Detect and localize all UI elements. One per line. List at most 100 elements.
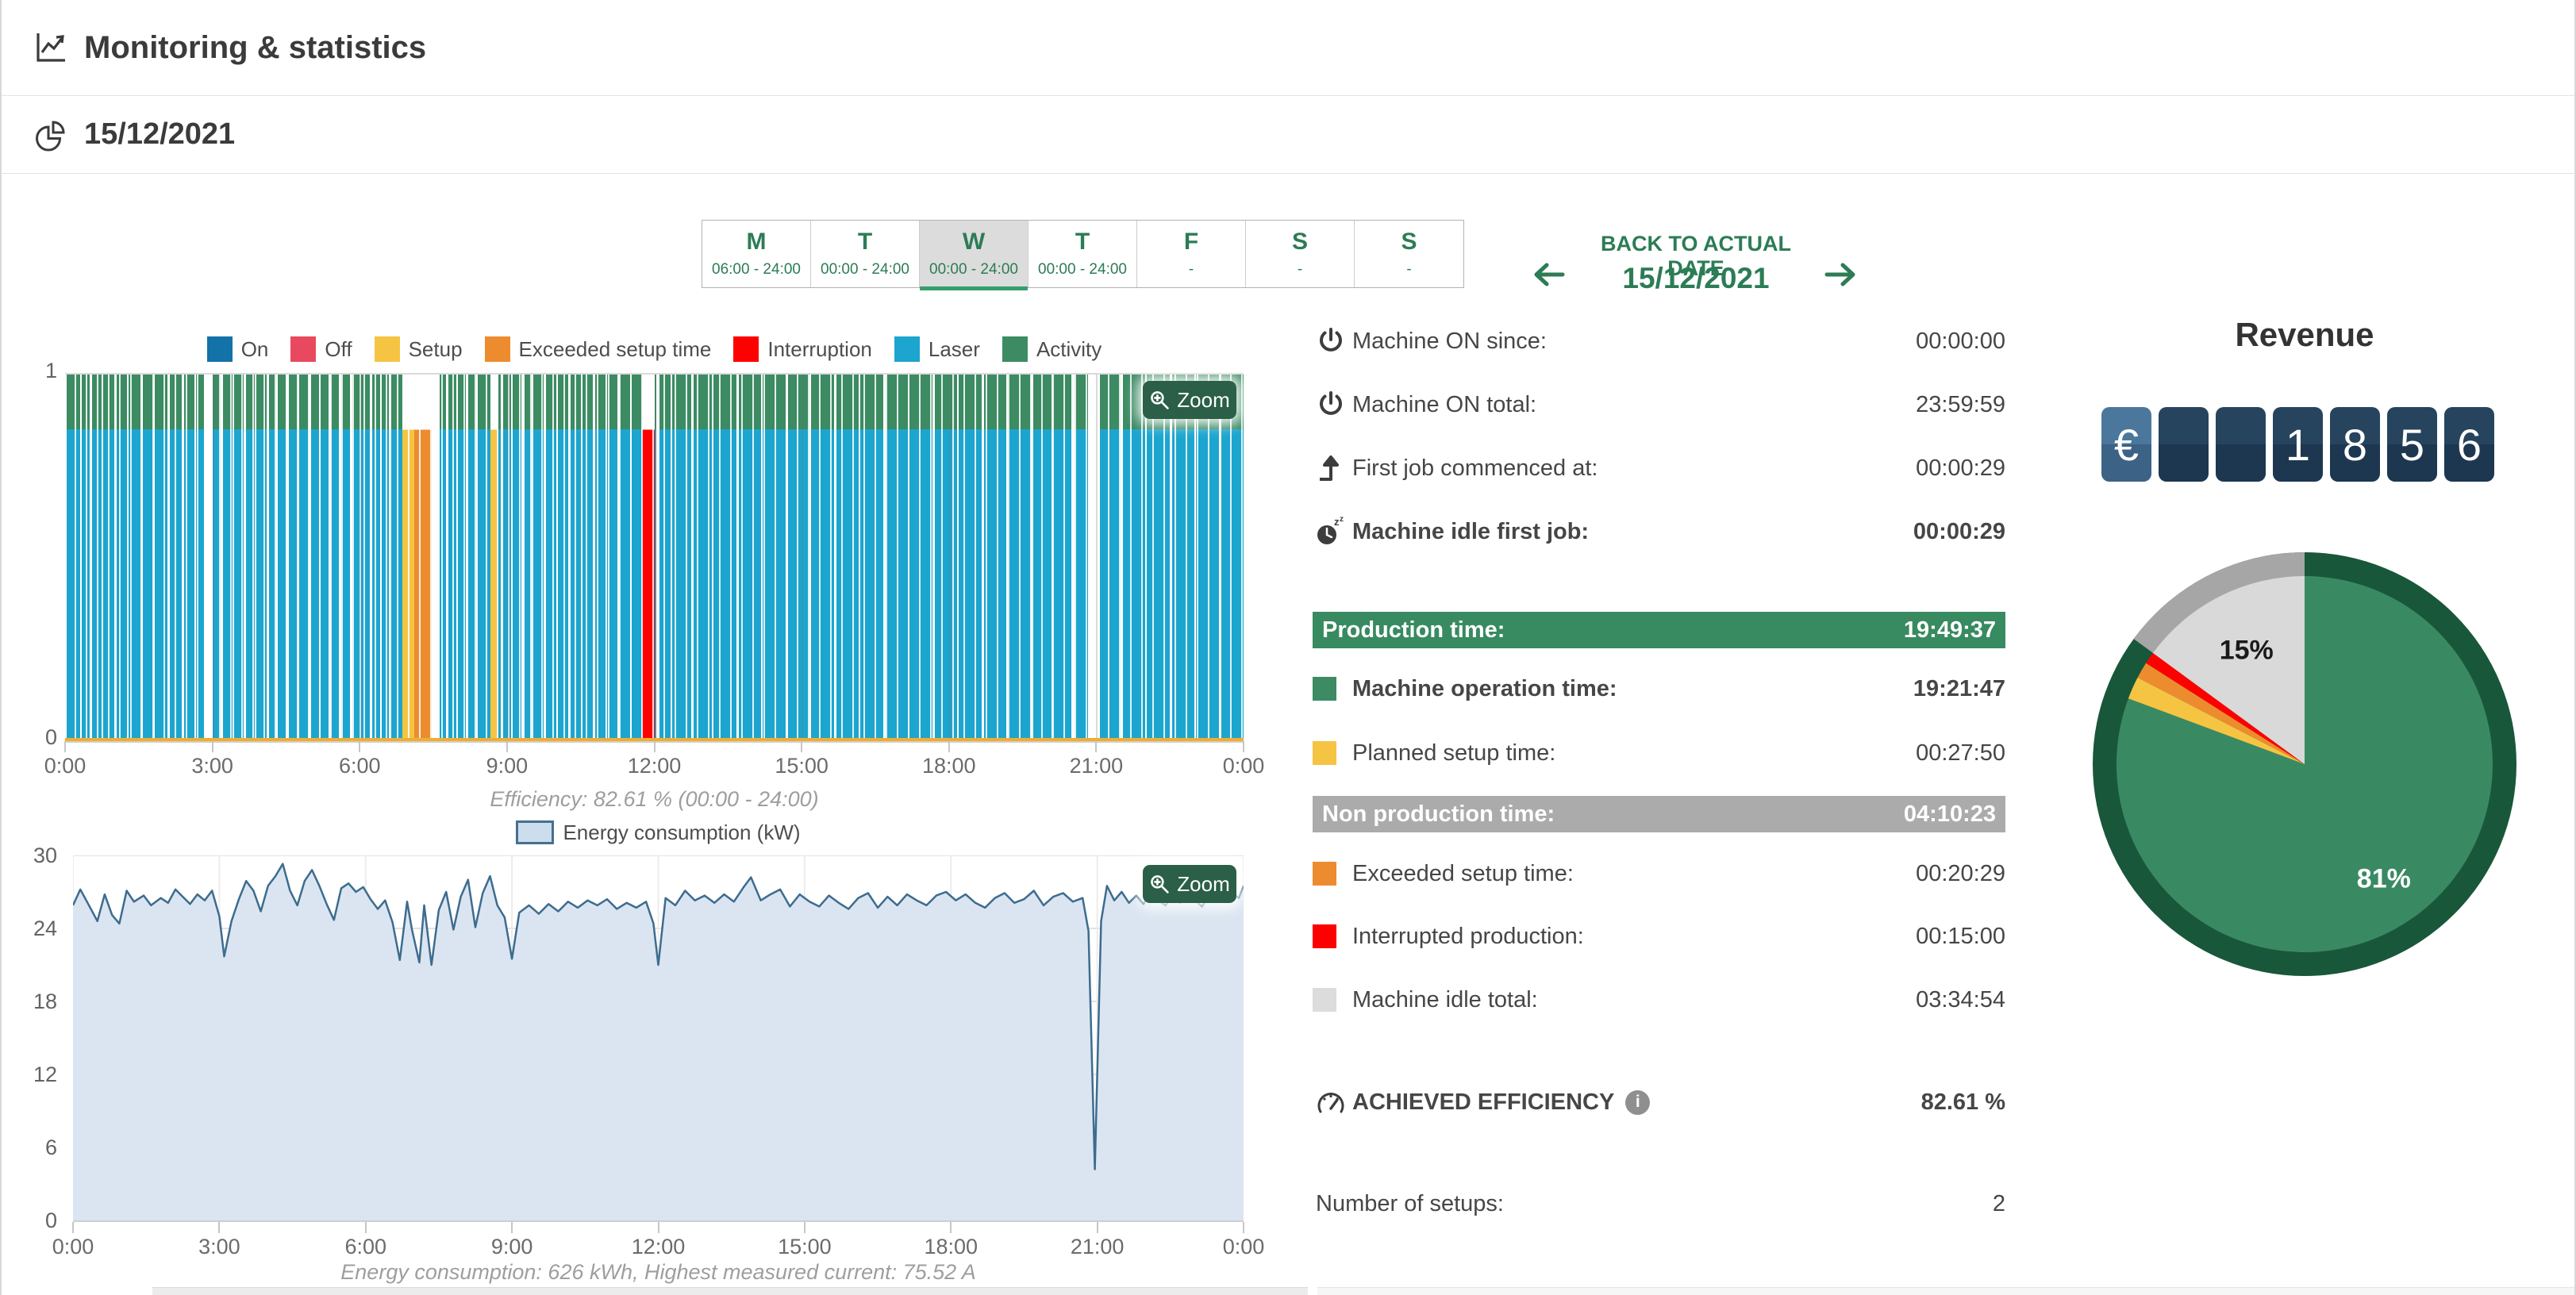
week-day-5[interactable]: S- xyxy=(1246,221,1355,287)
week-day-hours: 00:00 - 24:00 xyxy=(920,261,1028,279)
svg-text:z: z xyxy=(1340,516,1344,524)
energy-chart-legend: Energy consumption (kW) xyxy=(73,819,1244,846)
info-icon[interactable]: i xyxy=(1625,1090,1650,1115)
svg-text:z: z xyxy=(1334,516,1340,528)
nav-current-date: 15/12/2021 xyxy=(1577,262,1815,295)
legend-label: Interruption xyxy=(767,337,872,362)
week-day-letter: S xyxy=(1246,230,1354,254)
first-job-arrow-icon xyxy=(1313,452,1349,484)
legend-swatch xyxy=(485,336,510,362)
week-day-selector: M06:00 - 24:00T00:00 - 24:00W00:00 - 24:… xyxy=(702,220,1464,288)
setup-swatch xyxy=(1313,741,1336,765)
svg-text:15%: 15% xyxy=(2220,635,2274,665)
energy-y-tick-label: 6 xyxy=(16,1136,57,1160)
legend-item-activity: Activity xyxy=(1002,336,1102,362)
x-tick-label: 12:00 xyxy=(615,754,694,778)
x-tick-label: 6:00 xyxy=(320,754,399,778)
x-tick-label: 3:00 xyxy=(173,754,252,778)
stat-planned-setup-time: Planned setup time: 00:27:50 xyxy=(1313,735,2005,771)
x-tick-label: 21:00 xyxy=(1056,754,1136,778)
status-chart-zoom-button[interactable]: Zoom xyxy=(1143,381,1236,419)
energy-y-tick-label: 30 xyxy=(16,843,57,868)
week-day-hours: 06:00 - 24:00 xyxy=(702,261,810,279)
x-tick xyxy=(506,741,508,752)
stat-exceeded-setup-time: Exceeded setup time: 00:20:29 xyxy=(1313,855,2005,892)
vertical-gridline xyxy=(802,375,803,741)
status-y-min: 0 xyxy=(16,725,57,750)
vertical-gridline xyxy=(359,375,361,741)
bottom-panel-edge-right xyxy=(1317,1287,2576,1295)
legend-swatch xyxy=(894,336,920,362)
week-day-4[interactable]: F- xyxy=(1137,221,1246,287)
exceeded-setup-swatch xyxy=(1313,862,1336,886)
magnifier-plus-icon xyxy=(1149,390,1170,410)
week-day-hours: 00:00 - 24:00 xyxy=(811,261,919,279)
bottom-panel-edge-left xyxy=(152,1287,1308,1295)
date-header: 15/12/2021 xyxy=(2,96,2574,174)
energy-y-tick-label: 12 xyxy=(16,1063,57,1087)
efficiency-caption: Efficiency: 82.61 % (00:00 - 24:00) xyxy=(65,787,1244,812)
x-tick-label: 0:00 xyxy=(1204,1235,1283,1259)
x-tick-label: 0:00 xyxy=(33,1235,113,1259)
previous-day-arrow[interactable] xyxy=(1528,254,1569,295)
energy-consumption-chart[interactable] xyxy=(73,855,1244,1222)
status-chart-legend: OnOffSetupExceeded setup timeInterruptio… xyxy=(65,335,1244,363)
legend-label: Activity xyxy=(1036,337,1102,362)
digit-tile: 1 xyxy=(2273,407,2323,482)
x-tick xyxy=(1243,741,1244,752)
gauge-icon xyxy=(1313,1086,1349,1118)
magnifier-plus-icon xyxy=(1149,874,1170,894)
legend-swatch xyxy=(207,336,233,362)
x-tick-label: 21:00 xyxy=(1058,1235,1137,1259)
time-distribution-pie-chart: 81%15% xyxy=(2090,550,2519,978)
vertical-gridline xyxy=(655,375,656,741)
vertical-gridline xyxy=(507,375,509,741)
x-tick xyxy=(801,741,802,752)
x-tick xyxy=(218,1222,220,1233)
legend-swatch xyxy=(733,336,759,362)
week-day-1[interactable]: T00:00 - 24:00 xyxy=(811,221,920,287)
digit-tile xyxy=(2159,407,2209,482)
legend-item-setup: Setup xyxy=(375,336,463,362)
x-tick-label: 9:00 xyxy=(472,1235,552,1259)
vertical-gridline xyxy=(213,375,214,741)
digit-tile: 5 xyxy=(2387,407,2437,482)
stat-machine-on-since: Machine ON since: 00:00:00 xyxy=(1313,323,2005,359)
x-tick xyxy=(654,741,656,752)
week-day-2[interactable]: W 00:00 - 24:00 xyxy=(920,221,1028,287)
week-day-letter: S xyxy=(1355,230,1463,254)
energy-y-tick-label: 18 xyxy=(16,990,57,1014)
week-day-letter: F xyxy=(1137,230,1245,254)
pie-chart-icon xyxy=(33,117,68,152)
next-day-arrow[interactable] xyxy=(1821,254,1862,295)
energy-chart-zoom-button[interactable]: Zoom xyxy=(1143,865,1236,903)
energy-caption: Energy consumption: 626 kWh, Highest mea… xyxy=(73,1260,1244,1285)
x-tick xyxy=(804,1222,805,1233)
production-time-bar: Production time: 19:49:37 xyxy=(1313,612,2005,648)
power-icon xyxy=(1313,325,1349,357)
revenue-counter: €1856 xyxy=(2101,407,2494,482)
x-tick xyxy=(64,741,66,752)
x-tick xyxy=(658,1222,659,1233)
week-day-letter: W xyxy=(920,230,1028,254)
legend-item-laser: Laser xyxy=(894,336,980,362)
interruption-swatch xyxy=(1313,924,1336,948)
x-tick xyxy=(950,1222,952,1233)
stat-interrupted-production: Interrupted production: 00:15:00 xyxy=(1313,918,2005,955)
machine-status-timeline-chart[interactable] xyxy=(65,373,1244,743)
non-production-time-bar: Non production time: 04:10:23 xyxy=(1313,796,2005,832)
week-day-6[interactable]: S- xyxy=(1355,221,1463,287)
week-day-3[interactable]: T00:00 - 24:00 xyxy=(1028,221,1137,287)
stat-machine-idle-total: Machine idle total: 03:34:54 xyxy=(1313,982,2005,1018)
week-day-0[interactable]: M06:00 - 24:00 xyxy=(702,221,811,287)
x-tick xyxy=(1095,741,1097,752)
x-tick-label: 0:00 xyxy=(25,754,105,778)
week-day-letter: T xyxy=(1028,230,1136,254)
idle-clock-icon: z z xyxy=(1313,516,1349,548)
legend-swatch xyxy=(1002,336,1028,362)
x-tick xyxy=(1243,1222,1244,1233)
stat-number-of-setups: Number of setups: 2 xyxy=(1313,1185,2005,1222)
x-tick-label: 18:00 xyxy=(909,754,989,778)
x-tick-label: 12:00 xyxy=(619,1235,698,1259)
setup-baseline xyxy=(65,738,1244,741)
